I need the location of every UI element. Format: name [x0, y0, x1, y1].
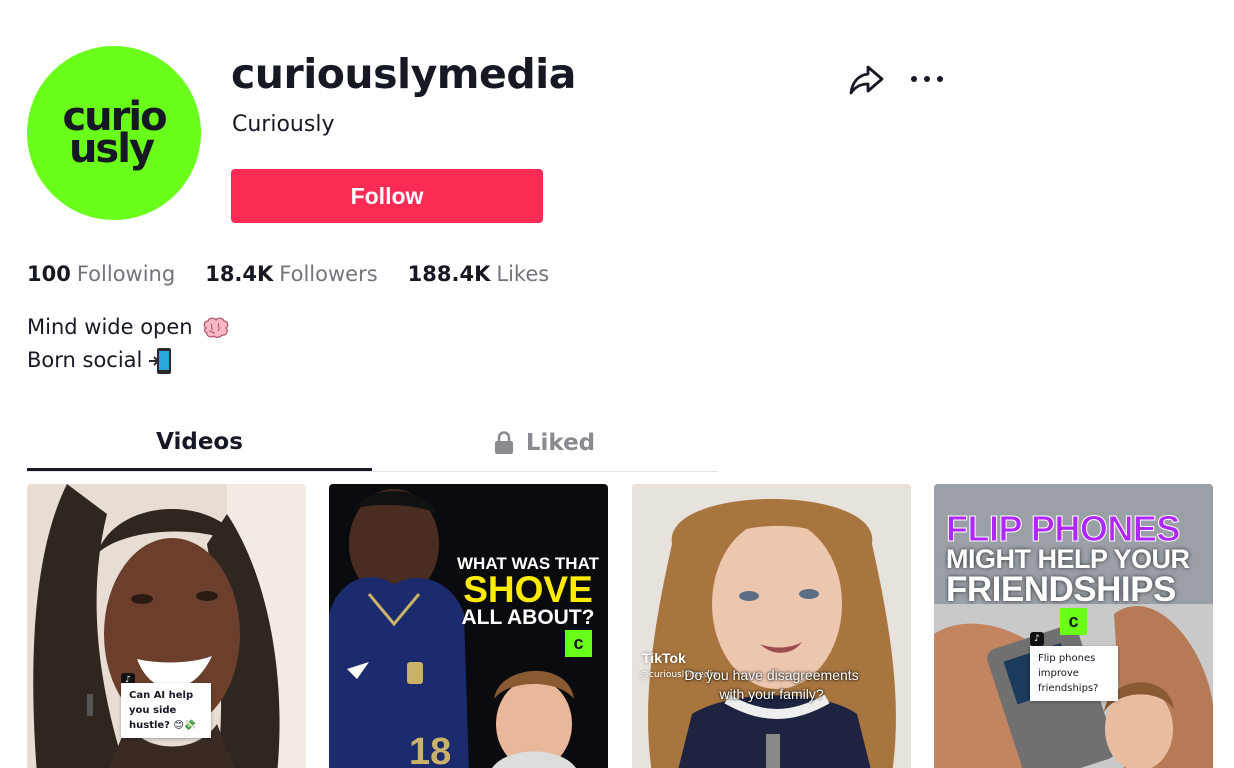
avatar-logo-line2: usly	[68, 126, 155, 172]
stat-count: 18.4K	[205, 262, 274, 286]
overlay-line: FRIENDSHIPS	[946, 570, 1176, 609]
subtitle-line: Do you have disagreements	[684, 667, 859, 683]
video-overlay-title: FLIP PHONES MIGHT HELP YOUR FRIENDSHIPS	[946, 508, 1191, 609]
stat-followers[interactable]: 18.4K Followers	[205, 262, 377, 286]
profile-tabs: Videos Liked	[27, 415, 718, 472]
profile-avatar: curio usly	[27, 46, 201, 220]
profile-stats: 100 Following 18.4K Followers 188.4K Likes	[27, 262, 579, 286]
tab-label: Liked	[525, 430, 596, 456]
curiously-badge: c	[1060, 608, 1087, 635]
overlay-line: FLIP PHONES	[946, 508, 1181, 549]
video-overlay-title: WHAT WAS THAT SHOVE ALL ABOUT?	[453, 554, 603, 629]
lock-icon	[494, 431, 513, 454]
curiously-badge: c	[565, 630, 592, 657]
video-subtitle: Do you have disagreements with your fami…	[632, 666, 911, 704]
video-card[interactable]: ♪ Can AI help you side hustle? 😊💸	[27, 484, 306, 768]
tab-label: Videos	[156, 428, 243, 455]
svg-text:18: 18	[409, 731, 451, 768]
more-icon[interactable]	[909, 70, 945, 88]
stat-likes: 188.4K Likes	[408, 262, 550, 286]
profile-username: curiouslymedia	[231, 50, 576, 98]
video-thumbnail	[632, 484, 911, 768]
subtitle-line: with your family?	[719, 686, 824, 702]
tiktok-watermark: TikTok	[642, 650, 686, 666]
brain-icon	[203, 317, 228, 338]
bio-text: Mind wide open	[27, 315, 193, 339]
tiktok-mini-icon: ♪	[1030, 632, 1044, 646]
stat-label: Likes	[496, 262, 550, 286]
overlay-line: SHOVE	[463, 569, 593, 610]
share-icon[interactable]	[848, 62, 886, 98]
stat-following[interactable]: 100 Following	[27, 262, 175, 286]
profile-nickname: Curiously	[232, 112, 335, 137]
bio-text: Born social	[27, 348, 143, 372]
stat-count: 100	[27, 262, 71, 286]
video-caption-card: Flip phones improve friendships?	[1030, 646, 1118, 701]
video-caption-card: Can AI help you side hustle? 😊💸	[121, 683, 211, 738]
stat-label: Followers	[279, 262, 378, 286]
video-card[interactable]: 18 WHAT WAS THAT SHOVE ALL ABOUT? c	[329, 484, 608, 768]
stat-label: Following	[76, 262, 176, 286]
tab-liked[interactable]: Liked	[372, 415, 717, 471]
video-card[interactable]: FLIP PHONES MIGHT HELP YOUR FRIENDSHIPS …	[934, 484, 1213, 768]
bio-line: Mind wide open	[27, 311, 231, 344]
tab-videos[interactable]: Videos	[27, 415, 372, 471]
mobile-phone-arrow-icon	[149, 347, 172, 374]
profile-bio: Mind wide open Born social	[27, 311, 231, 377]
video-card[interactable]: TikTok @curiouslymedia Do you have disag…	[632, 484, 911, 768]
bio-line: Born social	[27, 344, 231, 377]
stat-count: 188.4K	[407, 262, 491, 286]
follow-button[interactable]: Follow	[231, 169, 543, 223]
overlay-line: ALL ABOUT?	[461, 606, 595, 629]
